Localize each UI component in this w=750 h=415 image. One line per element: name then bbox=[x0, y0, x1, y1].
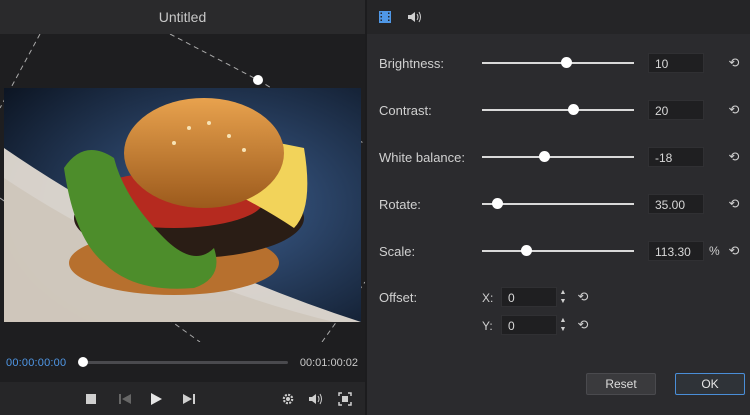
white-balance-knob[interactable] bbox=[539, 151, 551, 162]
stop-icon bbox=[86, 394, 96, 404]
brightness-knob[interactable] bbox=[560, 57, 572, 68]
video-preview bbox=[0, 34, 365, 342]
prev-frame-icon bbox=[119, 394, 131, 404]
play-icon bbox=[151, 393, 162, 405]
offset-x-reset-icon[interactable]: ⟲ bbox=[576, 289, 590, 304]
offset-y-input[interactable]: 0 bbox=[501, 315, 557, 335]
contrast-slider[interactable] bbox=[482, 104, 634, 115]
playback-controls bbox=[0, 382, 365, 415]
offset-y-spinner[interactable]: ▲ ▼ bbox=[559, 316, 567, 334]
scale-input[interactable]: 113.30 bbox=[648, 241, 704, 261]
white-balance-input[interactable]: -18 bbox=[648, 147, 704, 167]
offset-y-reset-icon[interactable]: ⟲ bbox=[576, 317, 590, 332]
film-icon bbox=[379, 11, 391, 23]
seek-track[interactable] bbox=[82, 361, 288, 364]
rotate-input[interactable]: 35.00 bbox=[648, 194, 704, 214]
next-frame-icon bbox=[183, 394, 195, 404]
brightness-reset-icon[interactable]: ⟲ bbox=[727, 55, 741, 70]
contrast-knob[interactable] bbox=[568, 104, 580, 115]
reset-button[interactable]: Reset bbox=[586, 373, 656, 395]
seek-knob[interactable] bbox=[78, 357, 88, 367]
brightness-input[interactable]: 10 bbox=[648, 53, 704, 73]
scale-unit: % bbox=[709, 244, 720, 258]
timeline: 00:00:00:00 00:01:00:02 bbox=[0, 342, 365, 382]
scale-knob[interactable] bbox=[521, 245, 533, 256]
white-balance-slider[interactable] bbox=[482, 151, 634, 162]
speaker-icon bbox=[309, 393, 322, 405]
fullscreen-button[interactable] bbox=[336, 390, 354, 408]
current-time: 00:00:00:00 bbox=[6, 357, 67, 369]
preview-panel: Untitled 00:00:00:00 00:01:00:02 bbox=[0, 0, 365, 415]
offset-x-label: X: bbox=[482, 291, 494, 305]
next-frame-button[interactable] bbox=[180, 390, 198, 408]
tab-bar bbox=[367, 0, 750, 34]
window-title: Untitled bbox=[158, 9, 207, 25]
offset-y-label: Y: bbox=[482, 319, 493, 333]
rotate-knob[interactable] bbox=[492, 198, 504, 209]
contrast-reset-icon[interactable]: ⟲ bbox=[727, 102, 741, 117]
play-button[interactable] bbox=[147, 390, 165, 408]
contrast-label: Contrast: bbox=[379, 103, 432, 118]
stop-button[interactable] bbox=[82, 390, 100, 408]
fullscreen-icon bbox=[338, 392, 352, 406]
video-frame[interactable] bbox=[4, 88, 361, 322]
scale-reset-icon[interactable]: ⟲ bbox=[727, 243, 741, 258]
burger-image bbox=[4, 88, 361, 322]
rotate-handle[interactable] bbox=[252, 74, 264, 86]
rotate-label: Rotate: bbox=[379, 197, 421, 212]
adjust-panel: Brightness: 10 ⟲ Contrast: 20 ⟲ White ba… bbox=[367, 0, 750, 415]
tab-audio[interactable] bbox=[406, 8, 424, 26]
prev-frame-button[interactable] bbox=[116, 390, 134, 408]
rotate-reset-icon[interactable]: ⟲ bbox=[727, 196, 741, 211]
offset-x-input[interactable]: 0 bbox=[501, 287, 557, 307]
brightness-slider[interactable] bbox=[482, 57, 634, 68]
total-time: 00:01:00:02 bbox=[299, 357, 358, 369]
volume-button[interactable] bbox=[307, 390, 325, 408]
white-balance-reset-icon[interactable]: ⟲ bbox=[727, 149, 741, 164]
scale-label: Scale: bbox=[379, 244, 416, 259]
ok-button[interactable]: OK bbox=[675, 373, 745, 395]
gear-icon bbox=[282, 393, 294, 405]
speaker-icon bbox=[408, 11, 421, 23]
tab-video[interactable] bbox=[376, 8, 394, 26]
brightness-label: Brightness: bbox=[379, 56, 445, 71]
offset-label: Offset: bbox=[379, 290, 418, 305]
contrast-input[interactable]: 20 bbox=[648, 100, 704, 120]
scale-slider[interactable] bbox=[482, 245, 634, 256]
white-balance-label: White balance: bbox=[379, 150, 465, 165]
rotate-slider[interactable] bbox=[482, 198, 634, 209]
settings-button[interactable] bbox=[279, 390, 297, 408]
offset-x-spinner[interactable]: ▲ ▼ bbox=[559, 288, 567, 306]
title-bar: Untitled bbox=[0, 0, 365, 34]
